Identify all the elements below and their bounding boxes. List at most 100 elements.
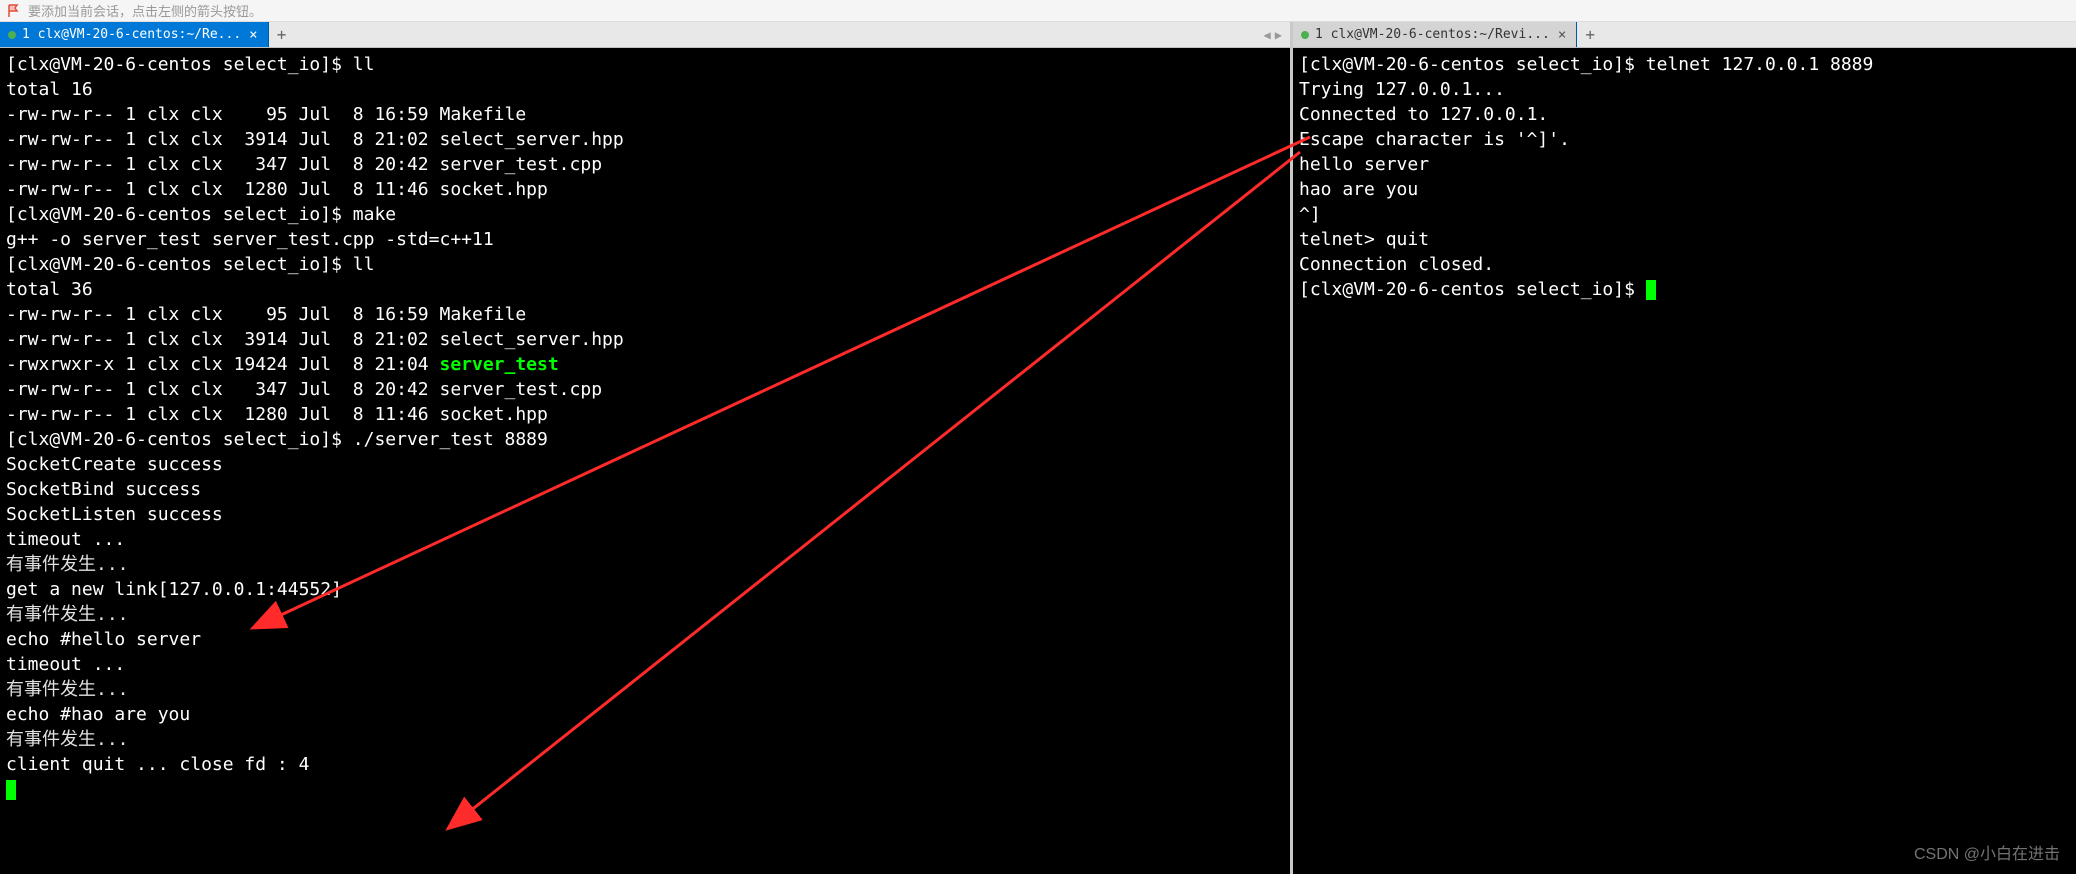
pane-container: 1 clx@VM-20-6-centos:~/Re... × + ◀ ▶ [cl… xyxy=(0,22,2076,874)
terminal-text: [clx@VM-20-6-centos select_io]$ telnet 1… xyxy=(1299,54,1873,75)
terminal-line: -rw-rw-r-- 1 clx clx 1280 Jul 8 11:46 so… xyxy=(6,402,1284,427)
terminal-text: hello server xyxy=(1299,154,1429,175)
terminal-line: 有事件发生... xyxy=(6,727,1284,752)
hint-text: 要添加当前会话，点击左侧的箭头按钮。 xyxy=(28,1,262,20)
terminal-line: telnet> quit xyxy=(1299,227,2070,252)
terminal-line: timeout ... xyxy=(6,527,1284,552)
terminal-text: -rw-rw-r-- 1 clx clx 95 Jul 8 16:59 Make… xyxy=(6,104,526,125)
terminal-text: -rw-rw-r-- 1 clx clx 3914 Jul 8 21:02 se… xyxy=(6,129,624,150)
terminal-text: -rw-rw-r-- 1 clx clx 3914 Jul 8 21:02 se… xyxy=(6,329,624,350)
terminal-text: -rw-rw-r-- 1 clx clx 95 Jul 8 16:59 Make… xyxy=(6,304,526,325)
terminal-line: Connection closed. xyxy=(1299,252,2070,277)
terminal-line: -rw-rw-r-- 1 clx clx 347 Jul 8 20:42 ser… xyxy=(6,152,1284,177)
tab-label: 1 clx@VM-20-6-centos:~/Re... xyxy=(22,27,241,42)
terminal-text: Trying 127.0.0.1... xyxy=(1299,79,1505,100)
terminal-line: -rw-rw-r-- 1 clx clx 3914 Jul 8 21:02 se… xyxy=(6,127,1284,152)
terminal-text: echo #hello server xyxy=(6,629,201,650)
terminal-line: -rwxrwxr-x 1 clx clx 19424 Jul 8 21:04 s… xyxy=(6,352,1284,377)
status-dot-icon xyxy=(8,31,16,39)
terminal-text: 有事件发生... xyxy=(6,554,129,575)
terminal-text: -rwxrwxr-x 1 clx clx 19424 Jul 8 21:04 xyxy=(6,354,439,375)
terminal-text: -rw-rw-r-- 1 clx clx 1280 Jul 8 11:46 so… xyxy=(6,179,548,200)
terminal-text: 有事件发生... xyxy=(6,729,129,750)
terminal-text: -rw-rw-r-- 1 clx clx 347 Jul 8 20:42 ser… xyxy=(6,154,602,175)
top-hint-bar: 要添加当前会话，点击左侧的箭头按钮。 xyxy=(0,0,2076,22)
prev-tab-icon[interactable]: ◀ xyxy=(1264,28,1271,42)
terminal-text: [clx@VM-20-6-centos select_io]$ ll xyxy=(6,254,374,275)
terminal-text: timeout ... xyxy=(6,654,125,675)
terminal-line: 有事件发生... xyxy=(6,552,1284,577)
terminal-line: timeout ... xyxy=(6,652,1284,677)
terminal-text: [clx@VM-20-6-centos select_io]$ make xyxy=(6,204,396,225)
terminal-line: Trying 127.0.0.1... xyxy=(1299,77,2070,102)
terminal-line: -rw-rw-r-- 1 clx clx 95 Jul 8 16:59 Make… xyxy=(6,102,1284,127)
terminal-line: [clx@VM-20-6-centos select_io]$ ll xyxy=(6,52,1284,77)
terminal-text: g++ -o server_test server_test.cpp -std=… xyxy=(6,229,494,250)
terminal-line: get a new link[127.0.0.1:44552] xyxy=(6,577,1284,602)
right-terminal[interactable]: [clx@VM-20-6-centos select_io]$ telnet 1… xyxy=(1293,48,2076,874)
terminal-text: telnet> quit xyxy=(1299,229,1429,250)
terminal-text: SocketCreate success xyxy=(6,454,223,475)
tab-close-button[interactable]: × xyxy=(1556,27,1568,43)
terminal-line: -rw-rw-r-- 1 clx clx 95 Jul 8 16:59 Make… xyxy=(6,302,1284,327)
tab-close-button[interactable]: × xyxy=(247,27,259,43)
terminal-text: total 36 xyxy=(6,279,93,300)
terminal-text: [clx@VM-20-6-centos select_io]$ ./server… xyxy=(6,429,548,450)
terminal-line: SocketListen success xyxy=(6,502,1284,527)
terminal-line: 有事件发生... xyxy=(6,677,1284,702)
terminal-text: 有事件发生... xyxy=(6,604,129,625)
terminal-line: -rw-rw-r-- 1 clx clx 1280 Jul 8 11:46 so… xyxy=(6,177,1284,202)
tab-right-session-1[interactable]: 1 clx@VM-20-6-centos:~/Revi... × xyxy=(1293,22,1577,47)
terminal-line: hello server xyxy=(1299,152,2070,177)
terminal-text: SocketBind success xyxy=(6,479,201,500)
cursor-icon xyxy=(1646,280,1656,300)
terminal-line: g++ -o server_test server_test.cpp -std=… xyxy=(6,227,1284,252)
new-tab-button[interactable]: + xyxy=(269,22,295,47)
terminal-line: echo #hello server xyxy=(6,627,1284,652)
terminal-line: [clx@VM-20-6-centos select_io]$ ll xyxy=(6,252,1284,277)
terminal-text: echo #hao are you xyxy=(6,704,190,725)
tabbar-spacer xyxy=(295,22,1264,47)
tab-label: 1 clx@VM-20-6-centos:~/Revi... xyxy=(1315,27,1550,42)
terminal-text: [clx@VM-20-6-centos select_io]$ xyxy=(1299,279,1646,300)
right-tabbar: 1 clx@VM-20-6-centos:~/Revi... × + xyxy=(1293,22,2076,48)
terminal-line: hao are you xyxy=(1299,177,2070,202)
terminal-text: server_test xyxy=(439,354,558,375)
terminal-line: ^] xyxy=(1299,202,2070,227)
flag-icon xyxy=(8,4,22,18)
terminal-line: client quit ... close fd : 4 xyxy=(6,752,1284,777)
terminal-text: client quit ... close fd : 4 xyxy=(6,754,309,775)
watermark: CSDN @小白在进击 xyxy=(1914,840,2060,864)
terminal-line: [clx@VM-20-6-centos select_io]$ ./server… xyxy=(6,427,1284,452)
terminal-line: echo #hao are you xyxy=(6,702,1284,727)
terminal-line: Escape character is '^]'. xyxy=(1299,127,2070,152)
tab-nav-arrows: ◀ ▶ xyxy=(1264,22,1290,47)
left-terminal[interactable]: [clx@VM-20-6-centos select_io]$ ll total … xyxy=(0,48,1290,874)
terminal-line: 有事件发生... xyxy=(6,602,1284,627)
next-tab-icon[interactable]: ▶ xyxy=(1275,28,1282,42)
terminal-text: -rw-rw-r-- 1 clx clx 1280 Jul 8 11:46 so… xyxy=(6,404,548,425)
terminal-line: total 16 xyxy=(6,77,1284,102)
terminal-text: timeout ... xyxy=(6,529,125,550)
terminal-line: -rw-rw-r-- 1 clx clx 347 Jul 8 20:42 ser… xyxy=(6,377,1284,402)
status-dot-icon xyxy=(1301,31,1309,39)
left-pane: 1 clx@VM-20-6-centos:~/Re... × + ◀ ▶ [cl… xyxy=(0,22,1290,874)
cursor-icon xyxy=(6,780,16,800)
terminal-text: Connected to 127.0.0.1. xyxy=(1299,104,1548,125)
terminal-text: ^] xyxy=(1299,204,1321,225)
tab-left-session-1[interactable]: 1 clx@VM-20-6-centos:~/Re... × xyxy=(0,22,269,47)
terminal-line: SocketBind success xyxy=(6,477,1284,502)
terminal-line: -rw-rw-r-- 1 clx clx 3914 Jul 8 21:02 se… xyxy=(6,327,1284,352)
terminal-text: Escape character is '^]'. xyxy=(1299,129,1570,150)
terminal-line: total 36 xyxy=(6,277,1284,302)
terminal-text: -rw-rw-r-- 1 clx clx 347 Jul 8 20:42 ser… xyxy=(6,379,602,400)
terminal-text: 有事件发生... xyxy=(6,679,129,700)
terminal-text: total 16 xyxy=(6,79,93,100)
right-pane: 1 clx@VM-20-6-centos:~/Revi... × + [clx@… xyxy=(1293,22,2076,874)
terminal-text: [clx@VM-20-6-centos select_io]$ ll xyxy=(6,54,374,75)
terminal-line: [clx@VM-20-6-centos select_io]$ xyxy=(1299,277,2070,302)
new-tab-button[interactable]: + xyxy=(1577,22,1603,47)
terminal-line: [clx@VM-20-6-centos select_io]$ make xyxy=(6,202,1284,227)
terminal-line: [clx@VM-20-6-centos select_io]$ telnet 1… xyxy=(1299,52,2070,77)
terminal-text: get a new link[127.0.0.1:44552] xyxy=(6,579,342,600)
